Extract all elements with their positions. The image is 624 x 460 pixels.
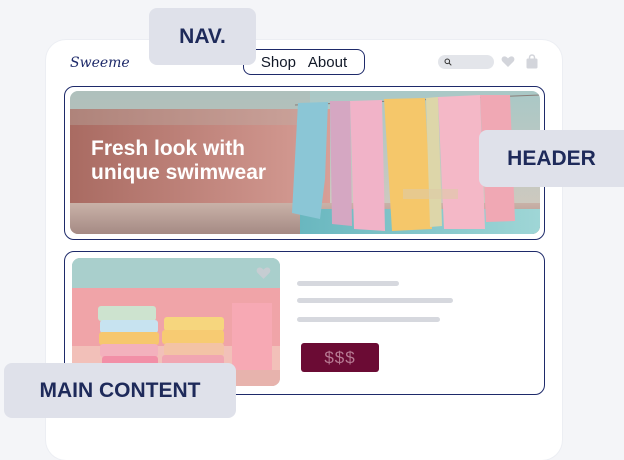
hero-title: Fresh look with unique swimwear: [91, 137, 267, 184]
bag-icon[interactable]: [525, 54, 539, 69]
nav-item-about[interactable]: About: [308, 54, 347, 71]
header-annotation-label: HEADER: [479, 130, 624, 187]
product-title-placeholder: [297, 281, 399, 286]
search-input[interactable]: [438, 55, 494, 69]
nav-annotation-label: NAV.: [149, 8, 256, 65]
main-navigation: Shop About: [243, 49, 365, 75]
favorite-heart-icon[interactable]: [256, 266, 271, 280]
product-text-placeholder: [297, 317, 440, 322]
main-content-annotation-label: MAIN CONTENT: [4, 363, 236, 418]
nav-item-shop[interactable]: Shop: [261, 54, 296, 71]
heart-icon[interactable]: [501, 55, 515, 68]
brand-logo[interactable]: Sweeme: [70, 55, 130, 71]
product-text-placeholder: [297, 298, 453, 303]
price-button[interactable]: $$$: [301, 343, 379, 372]
search-icon: [444, 58, 452, 66]
